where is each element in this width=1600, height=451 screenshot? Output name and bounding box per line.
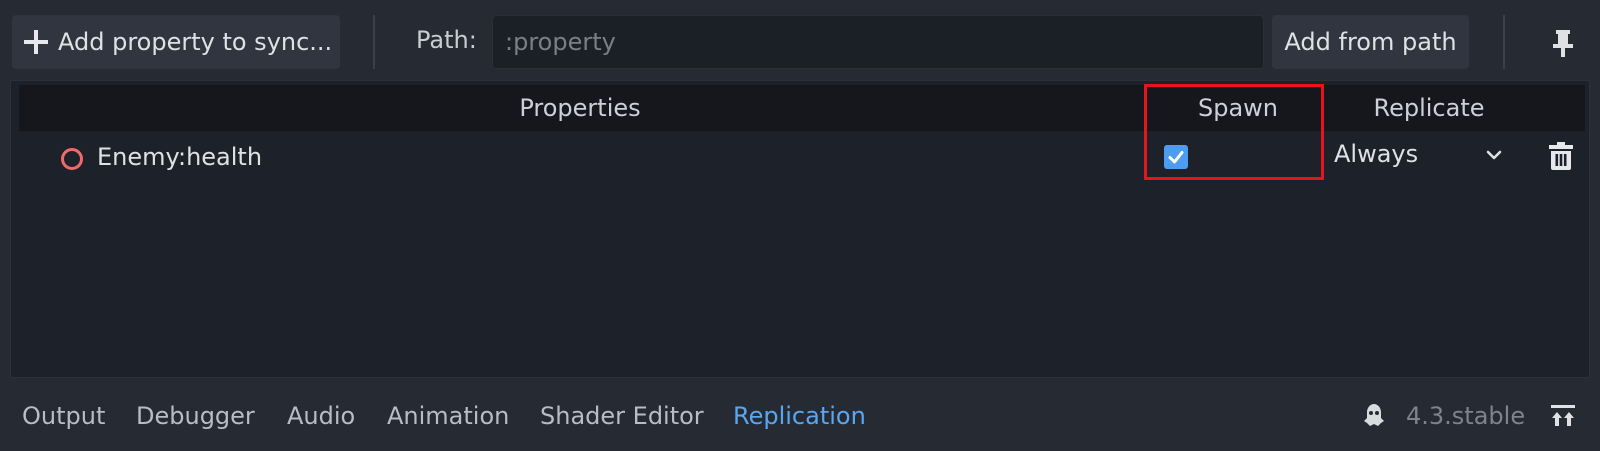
column-header-properties: Properties	[519, 94, 641, 122]
path-input[interactable]: :property	[492, 15, 1264, 69]
checkmark-icon	[1168, 151, 1184, 164]
replication-panel: Add property to sync... Path: :property …	[0, 0, 1600, 451]
godot-logo-icon	[1364, 404, 1384, 426]
status-circle-icon	[61, 148, 83, 170]
plus-icon	[24, 30, 48, 54]
tab-debugger[interactable]: Debugger	[136, 382, 255, 451]
toolbar-separator	[1503, 15, 1505, 69]
add-from-path-button[interactable]: Add from path	[1272, 15, 1469, 69]
spawn-checkbox[interactable]	[1164, 145, 1188, 169]
tab-animation[interactable]: Animation	[387, 382, 509, 451]
tab-audio[interactable]: Audio	[287, 382, 355, 451]
replicate-mode-dropdown[interactable]: Always	[1326, 136, 1506, 176]
table-header: Properties Spawn Replicate	[19, 85, 1585, 131]
pin-icon[interactable]	[1550, 28, 1576, 58]
replication-table: Properties Spawn Replicate Enemy:health	[10, 80, 1590, 378]
property-name: Enemy:health	[97, 143, 263, 171]
tab-output[interactable]: Output	[22, 382, 105, 451]
column-header-replicate: Replicate	[1373, 94, 1485, 122]
tab-replication[interactable]: Replication	[733, 382, 866, 451]
column-header-spawn: Spawn	[1197, 94, 1278, 122]
replication-toolbar: Add property to sync... Path: :property …	[0, 0, 1600, 82]
chevron-down-icon	[1486, 150, 1502, 160]
replicate-mode-value: Always	[1334, 140, 1419, 168]
expand-panel-icon[interactable]	[1550, 404, 1576, 428]
tab-shader-editor[interactable]: Shader Editor	[540, 382, 704, 451]
toolbar-separator	[373, 15, 375, 69]
version-label: 4.3.stable	[1406, 402, 1526, 430]
path-label: Path:	[416, 26, 477, 54]
bottom-dock: Output Debugger Audio Animation Shader E…	[0, 382, 1600, 451]
delete-icon[interactable]	[1548, 142, 1574, 170]
add-property-label: Add property to sync...	[58, 28, 333, 56]
add-property-button[interactable]: Add property to sync...	[12, 15, 340, 69]
